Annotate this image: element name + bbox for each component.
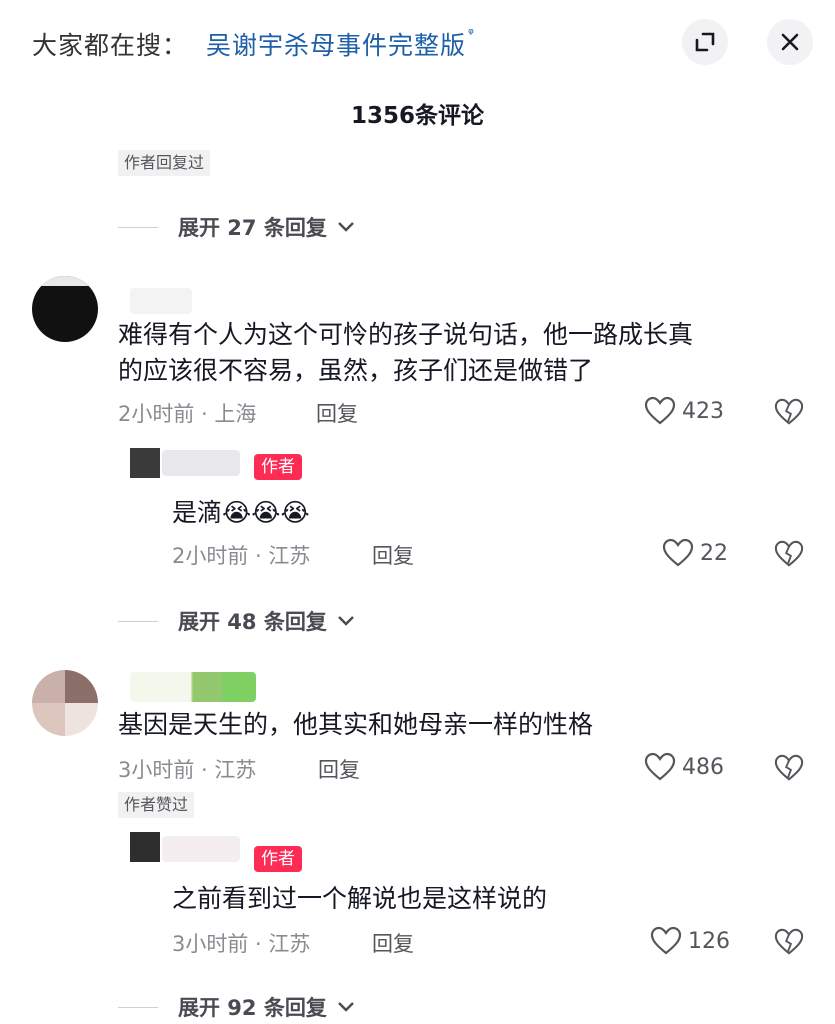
close-button[interactable] <box>767 19 813 65</box>
like-button[interactable]: 126 <box>650 926 730 956</box>
expand-icon <box>695 32 715 52</box>
expand-label[interactable]: 展开 27 条回复 <box>178 212 327 242</box>
heart-icon <box>644 396 676 425</box>
expand-button[interactable] <box>682 19 728 65</box>
divider <box>118 1006 158 1008</box>
like-count: 486 <box>682 754 724 780</box>
expand-label[interactable]: 展开 48 条回复 <box>178 606 327 636</box>
broken-heart-icon[interactable] <box>774 397 804 427</box>
reply-button[interactable]: 回复 <box>372 540 414 570</box>
username-blurred[interactable] <box>130 672 256 702</box>
reply-text: 之前看到过一个解说也是这样说的 <box>172 884 548 913</box>
reply-button[interactable]: 回复 <box>316 398 358 428</box>
author-liked-tag: 作者赞过 <box>118 792 195 818</box>
like-count: 22 <box>700 540 728 566</box>
comment-text-line: 的应该很不容易，虽然，孩子们还是做错了 <box>118 356 594 385</box>
broken-heart-icon[interactable] <box>774 927 804 957</box>
reply-button[interactable]: 回复 <box>372 928 414 958</box>
author-badge: 作者 <box>254 846 302 872</box>
heart-icon <box>662 538 694 567</box>
broken-heart-icon[interactable] <box>774 539 804 569</box>
chevron-down-icon <box>338 616 354 626</box>
crying-emoji: 😭😭😭 <box>222 498 310 527</box>
like-count: 423 <box>682 398 724 424</box>
comment-text-line: 基因是天生的，他其实和她母亲一样的性格 <box>118 710 594 739</box>
expand-label[interactable]: 展开 92 条回复 <box>178 992 327 1022</box>
comment-count: 1356条评论 <box>350 103 484 129</box>
close-icon <box>781 33 799 51</box>
comment-meta: 2小时前 · 上海 <box>118 402 257 426</box>
expand-replies-27[interactable]: 展开 27 条回复 <box>118 212 355 242</box>
search-term[interactable]: 吴谢宇杀母事件完整版 <box>206 31 466 60</box>
divider <box>118 620 158 622</box>
reply-text: 是滴😭😭😭 <box>172 494 310 532</box>
reply-meta: 2小时前 · 江苏 <box>172 544 311 568</box>
expand-replies-48[interactable]: 展开 48 条回复 <box>118 606 355 636</box>
expand-replies-92[interactable]: 展开 92 条回复 <box>118 992 355 1022</box>
chevron-down-icon <box>338 1002 354 1012</box>
author-badge: 作者 <box>254 454 302 480</box>
avatar[interactable] <box>32 276 98 342</box>
like-button[interactable]: 423 <box>644 396 724 426</box>
like-button[interactable]: 486 <box>644 752 724 782</box>
heart-icon <box>644 752 676 781</box>
author-replied-tag: 作者回复过 <box>118 150 211 176</box>
reply-button[interactable]: 回复 <box>318 754 360 784</box>
search-prefix: 大家都在搜： <box>32 31 189 60</box>
reply-avatar[interactable] <box>130 448 160 478</box>
username-blurred[interactable] <box>162 836 240 862</box>
search-mark-icon: ᵠ <box>468 26 475 42</box>
avatar[interactable] <box>32 670 98 736</box>
username-blurred[interactable] <box>130 288 192 314</box>
divider <box>118 226 158 228</box>
comment-meta: 3小时前 · 江苏 <box>118 758 257 782</box>
username-blurred[interactable] <box>162 450 240 476</box>
like-button[interactable]: 22 <box>662 538 728 568</box>
comment-text-line: 难得有个人为这个可怜的孩子说句话，他一路成长真 <box>118 320 694 349</box>
reply-avatar[interactable] <box>130 832 160 862</box>
reply-text-content: 是滴 <box>172 498 223 527</box>
chevron-down-icon <box>338 222 354 232</box>
heart-icon <box>650 926 682 955</box>
search-suggestion-link[interactable]: 吴谢宇杀母事件完整版 ᵠ <box>206 26 475 62</box>
broken-heart-icon[interactable] <box>774 753 804 783</box>
reply-meta: 3小时前 · 江苏 <box>172 932 311 956</box>
like-count: 126 <box>688 928 730 954</box>
